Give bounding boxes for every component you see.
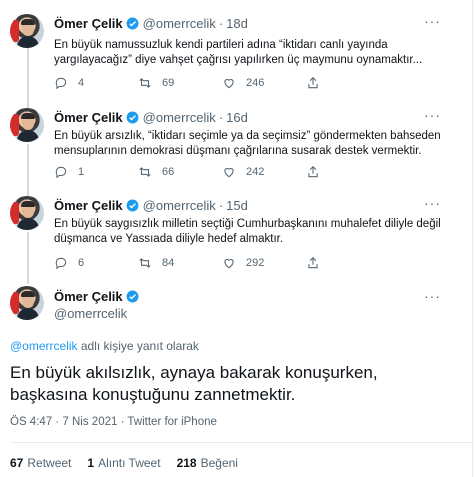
share-icon[interactable] [306, 76, 320, 90]
avatar[interactable] [10, 196, 44, 230]
tweet-actions: 6 84 292 [54, 256, 320, 270]
author-name[interactable]: Ömer Çelik [54, 16, 123, 31]
retweet-stat[interactable]: 67 Retweet [10, 456, 71, 470]
share-icon[interactable] [306, 256, 320, 270]
retweet-count: 69 [162, 77, 175, 89]
like-icon [224, 79, 234, 89]
author-name[interactable]: Ömer Çelik [54, 198, 123, 213]
verified-badge-icon [126, 111, 139, 124]
separator-dot: · [218, 110, 224, 125]
retweet-button[interactable]: 69 [138, 76, 222, 90]
author-name[interactable]: Ömer Çelik [54, 289, 123, 304]
retweet-icon [139, 167, 151, 177]
separator-dot: · [218, 198, 224, 213]
reply-button[interactable]: 4 [54, 76, 138, 90]
author-handle[interactable]: @omerrcelik [143, 16, 216, 31]
quote-stat[interactable]: 1 Alıntı Tweet [87, 456, 160, 470]
like-icon [224, 168, 234, 178]
tweet-actions: 4 69 246 [54, 76, 320, 90]
thread-tweet[interactable]: Ömer Çelik @omerrcelik · 16d ··· En büyü… [0, 100, 472, 188]
more-icon[interactable]: ··· [424, 13, 441, 29]
avatar[interactable] [10, 286, 44, 320]
reply-count: 1 [78, 166, 85, 178]
reply-to-label: adlı kişiye yanıt olarak [77, 339, 199, 353]
avatar[interactable] [10, 108, 44, 142]
retweet-button[interactable]: 84 [138, 256, 222, 270]
share-icon[interactable] [306, 165, 320, 179]
like-count: 246 [246, 77, 265, 89]
reply-icon [55, 166, 67, 179]
verified-badge-icon [126, 290, 139, 303]
tweet-metadata[interactable]: ÖS 4:47 · 7 Nis 2021 · Twitter for iPhon… [10, 416, 217, 428]
more-icon[interactable]: ··· [424, 195, 441, 211]
reply-count: 4 [78, 77, 85, 89]
author-handle[interactable]: @omerrcelik [143, 198, 216, 213]
tweet-time[interactable]: 16d [226, 110, 248, 125]
tweet-text: En büyük namussuzluk kendi partileri adı… [54, 39, 423, 66]
verified-badge-icon [126, 17, 139, 30]
thread-tweet[interactable]: Ömer Çelik @omerrcelik · 15d ··· En büyü… [0, 188, 472, 276]
reply-count: 6 [78, 257, 85, 269]
reply-icon [55, 257, 67, 270]
author-handle[interactable]: @omerrcelik [54, 306, 139, 321]
tweet-text: En büyük arsızlık, “iktidarı seçimle ya … [54, 130, 441, 157]
reply-to-handle[interactable]: @omerrcelik [10, 339, 78, 353]
like-icon [224, 259, 234, 269]
reply-icon [55, 77, 67, 90]
tweet-text: En büyük saygısızlık milletin seçtiği Cu… [54, 218, 441, 245]
like-button[interactable]: 292 [222, 256, 306, 270]
like-button[interactable]: 242 [222, 165, 306, 179]
tweet-time[interactable]: 15d [226, 198, 248, 213]
reply-button[interactable]: 1 [54, 165, 138, 179]
more-icon[interactable]: ··· [424, 107, 441, 123]
timeline-border [472, 0, 473, 477]
retweet-icon [139, 258, 151, 268]
author-name[interactable]: Ömer Çelik [54, 110, 123, 125]
divider [10, 442, 472, 443]
like-stat[interactable]: 218 Beğeni [177, 456, 238, 470]
main-tweet: Ömer Çelik @omerrcelik ··· @omerrcelik a… [0, 276, 472, 477]
tweet-actions: 1 66 242 [54, 165, 320, 179]
like-count: 292 [246, 257, 265, 269]
retweet-count: 66 [162, 166, 175, 178]
avatar[interactable] [10, 14, 44, 48]
like-button[interactable]: 246 [222, 76, 306, 90]
reply-button[interactable]: 6 [54, 256, 138, 270]
tweet-time[interactable]: 18d [226, 16, 248, 31]
separator-dot: · [218, 16, 224, 31]
retweet-icon [139, 78, 151, 88]
more-icon[interactable]: ··· [424, 288, 441, 304]
like-count: 242 [246, 166, 265, 178]
thread-tweet[interactable]: Ömer Çelik @omerrcelik · 18d ··· En büyü… [0, 0, 472, 100]
retweet-count: 84 [162, 257, 175, 269]
reply-context: @omerrcelik adlı kişiye yanıt olarak [10, 339, 199, 353]
author-block[interactable]: Ömer Çelik @omerrcelik [54, 289, 139, 321]
retweet-button[interactable]: 66 [138, 165, 222, 179]
engagement-stats: 67 Retweet 1 Alıntı Tweet 218 Beğeni [10, 456, 254, 470]
author-handle[interactable]: @omerrcelik [143, 110, 216, 125]
main-tweet-text: En büyük akılsızlık, aynaya bakarak konu… [10, 363, 378, 404]
verified-badge-icon [126, 199, 139, 212]
